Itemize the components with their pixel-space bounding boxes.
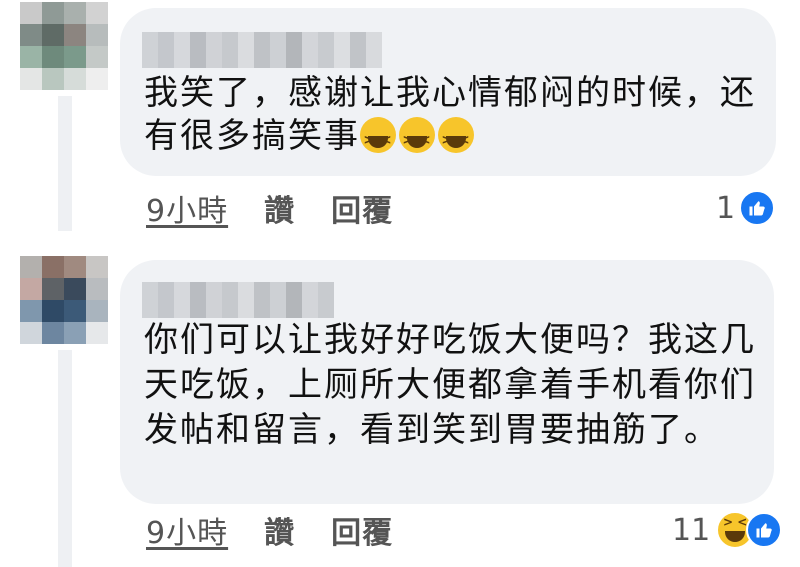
comment-actions: 9小時 讚 回覆: [146, 186, 393, 230]
comment-text: 你们可以让我好好吃饭大便吗？我这几天吃饭，上厕所大便都拿着手机看你们发帖和留言，…: [144, 318, 756, 453]
laughing-face-emoji-icon: [399, 117, 435, 162]
reaction-count: 1: [716, 190, 736, 226]
commenter-avatar[interactable]: [20, 2, 108, 90]
reaction-count: 11: [672, 512, 711, 548]
comment-text-content: 你们可以让我好好吃饭大便吗？我这几天吃饭，上厕所大便都拿着手机看你们发帖和留言，…: [144, 320, 756, 450]
laughing-face-emoji-icon: [360, 117, 396, 162]
comment-bubble: 我笑了，感谢让我心情郁闷的时候，还有很多搞笑事: [120, 8, 776, 176]
comment-actions: 9小時 讚 回覆: [146, 508, 393, 552]
laughing-face-emoji-icon: [438, 117, 474, 162]
timestamp-link[interactable]: 9小時: [146, 508, 228, 552]
reply-button[interactable]: 回覆: [331, 186, 393, 230]
commenter-name-blurred[interactable]: [142, 32, 382, 68]
reply-button[interactable]: 回覆: [331, 508, 393, 552]
timestamp-link[interactable]: 9小時: [146, 186, 228, 230]
thread-line: [58, 96, 72, 231]
comment-text: 我笑了，感谢让我心情郁闷的时候，还有很多搞笑事: [144, 72, 758, 162]
comment-1: 我笑了，感谢让我心情郁闷的时候，还有很多搞笑事 9小時 讚 回覆 1: [0, 0, 800, 240]
comment-bubble: 你们可以让我好好吃饭大便吗？我这几天吃饭，上厕所大便都拿着手机看你们发帖和留言，…: [120, 260, 774, 504]
commenter-name-blurred[interactable]: [142, 282, 334, 318]
reaction-summary[interactable]: 1: [716, 188, 776, 228]
like-reaction-icon: [746, 512, 783, 548]
like-reaction-icon: [739, 190, 776, 226]
commenter-avatar[interactable]: [20, 256, 108, 344]
like-button[interactable]: 讚: [264, 508, 295, 552]
reaction-summary[interactable]: 11: [672, 510, 783, 550]
emoji-group: [360, 117, 474, 162]
comment-2: 你们可以让我好好吃饭大便吗？我这几天吃饭，上厕所大便都拿着手机看你们发帖和留言，…: [0, 240, 800, 567]
like-button[interactable]: 讚: [264, 186, 295, 230]
thread-line: [58, 350, 72, 567]
